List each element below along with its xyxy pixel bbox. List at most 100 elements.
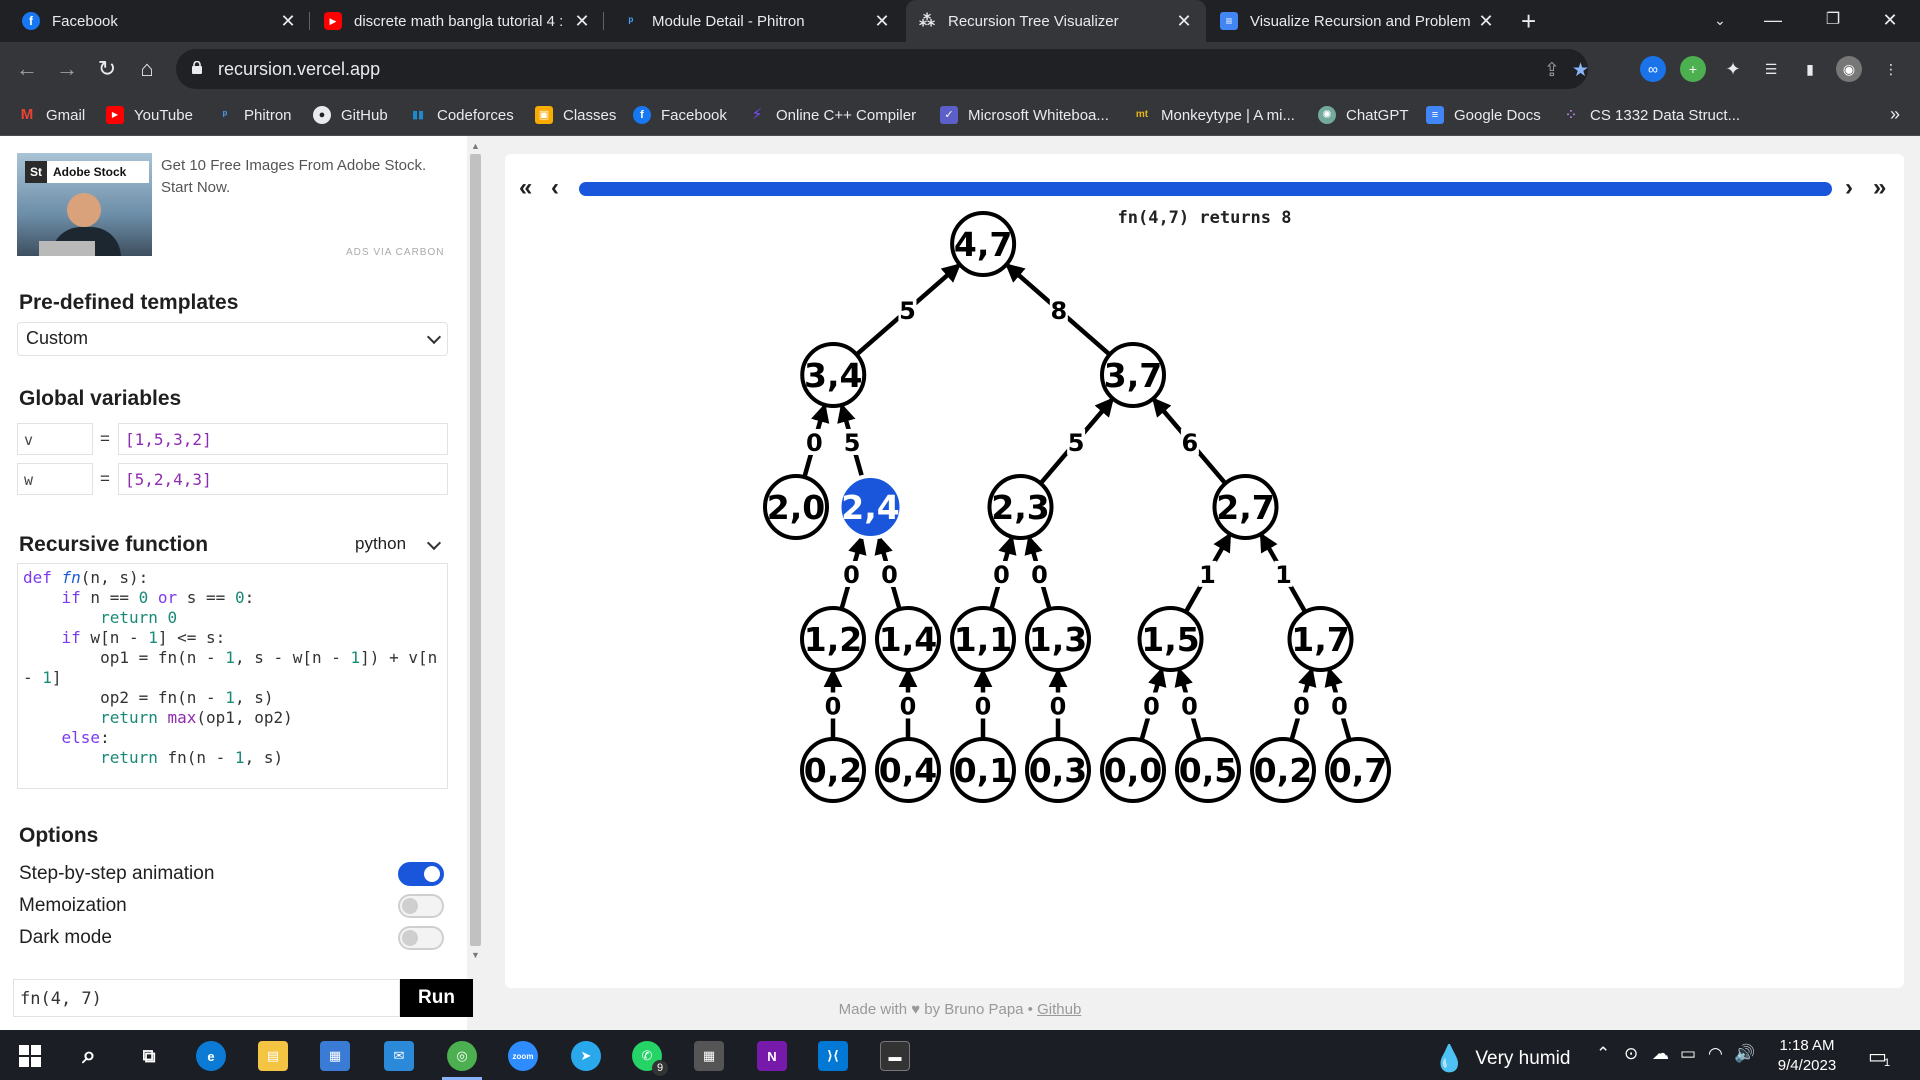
bookmark-phitron[interactable]: ᵖ Phitron — [216, 106, 292, 124]
variable-name-input[interactable]: v — [17, 423, 93, 455]
zoom-icon[interactable]: zoom — [508, 1041, 538, 1071]
bookmark-codeforces[interactable]: ▮▮ Codeforces — [409, 106, 514, 124]
scrollbar-thumb[interactable] — [470, 154, 481, 946]
menu-kebab-icon[interactable]: ⋮ — [1878, 56, 1904, 82]
tree-node[interactable]: 0,2 — [800, 737, 866, 803]
tree-node[interactable]: 0,4 — [875, 737, 941, 803]
bookmark-facebook[interactable]: f Facebook — [633, 106, 727, 124]
bookmark-microsoft-whiteboard[interactable]: ✓ Microsoft Whiteboa... — [940, 106, 1109, 124]
reading-list-icon[interactable]: ☰ — [1758, 56, 1784, 82]
file-explorer-icon[interactable]: ▤ — [258, 1041, 288, 1071]
vscode-icon[interactable]: ⟩⟨ — [818, 1041, 848, 1071]
scroll-up-icon[interactable]: ▲ — [467, 138, 484, 154]
forward-icon[interactable]: → — [50, 52, 84, 86]
bookmark-star-icon[interactable]: ★ — [1572, 59, 1589, 82]
tree-node[interactable]: 0,7 — [1325, 737, 1391, 803]
template-select[interactable]: Custom — [17, 322, 448, 356]
bookmarks-overflow-icon[interactable]: » — [1890, 104, 1900, 125]
tree-node[interactable]: 0,3 — [1025, 737, 1091, 803]
tree-node[interactable]: 0,1 — [950, 737, 1016, 803]
browser-tab[interactable]: ᵖ Module Detail - Phitron ✕ — [610, 0, 904, 42]
home-icon[interactable]: ⌂ — [130, 52, 164, 86]
bookmark-google-docs[interactable]: ≡ Google Docs — [1426, 106, 1541, 124]
side-panel-icon[interactable]: ▮ — [1797, 56, 1823, 82]
browser-tab[interactable]: ▶ discrete math bangla tutorial 4 : ✕ — [312, 0, 604, 42]
ad-image[interactable]: St Adobe Stock — [17, 153, 152, 256]
tree-node[interactable]: 4,7 — [950, 211, 1017, 277]
bookmark-youtube[interactable]: ▶ YouTube — [106, 106, 193, 124]
step-by-step-toggle[interactable] — [398, 862, 444, 886]
close-tab-icon[interactable]: ✕ — [1476, 11, 1496, 32]
onenote-icon[interactable]: N — [757, 1041, 787, 1071]
github-link[interactable]: Github — [1037, 1001, 1081, 1018]
tree-node[interactable]: 1,2 — [800, 606, 866, 672]
chrome-icon[interactable]: ◎ — [447, 1041, 477, 1071]
telegram-icon[interactable]: ➤ — [571, 1041, 601, 1071]
variable-value-input[interactable]: [1,5,3,2] — [118, 423, 448, 455]
tree-node[interactable]: 0,5 — [1175, 737, 1241, 803]
bookmark-cs1332[interactable]: ⁘ CS 1332 Data Struct... — [1562, 106, 1740, 124]
tree-node[interactable]: 2,0 — [763, 474, 829, 540]
volume-icon[interactable]: 🔊 — [1734, 1044, 1755, 1064]
bookmark-chatgpt[interactable]: ✺ ChatGPT — [1318, 106, 1409, 124]
address-bar[interactable]: recursion.vercel.app ⇪ ★ — [176, 49, 1589, 89]
memoization-toggle[interactable] — [398, 894, 444, 918]
code-editor[interactable]: def fn(n, s): if n == 0 or s == 0: retur… — [17, 563, 448, 789]
calculator-icon[interactable]: ▦ — [694, 1041, 724, 1071]
close-tab-icon[interactable]: ✕ — [872, 11, 892, 32]
extensions-puzzle-icon[interactable]: ✦ — [1720, 56, 1746, 82]
reload-icon[interactable]: ↻ — [90, 52, 124, 86]
wifi-icon[interactable]: ◠ — [1708, 1044, 1723, 1064]
show-hidden-icons-icon[interactable]: ⌃ — [1596, 1044, 1610, 1064]
variable-name-input[interactable]: w — [17, 463, 93, 495]
battery-icon[interactable]: ▭ — [1680, 1044, 1696, 1064]
tree-node[interactable]: 0,0 — [1100, 737, 1166, 803]
browser-tab[interactable]: ≡ Visualize Recursion and Problem ✕ — [1208, 0, 1508, 42]
bookmark-gmail[interactable]: M Gmail — [18, 106, 85, 124]
extension-plus-icon[interactable]: + — [1680, 56, 1706, 82]
search-icon[interactable]: ⌕ — [74, 1041, 104, 1071]
ad-text[interactable]: Get 10 Free Images From Adobe Stock. Sta… — [161, 155, 446, 199]
weather-widget[interactable]: 💧 Very humid — [1433, 1043, 1570, 1074]
close-tab-icon[interactable]: ✕ — [572, 11, 592, 32]
tree-node[interactable]: 1,1 — [950, 606, 1016, 672]
bookmark-online-cpp-compiler[interactable]: ⚡ Online C++ Compiler — [748, 106, 916, 124]
close-tab-icon[interactable]: ✕ — [1174, 11, 1194, 32]
edge-browser-icon[interactable]: e — [196, 1041, 226, 1071]
tab-search-icon[interactable]: ⌄ — [1692, 0, 1748, 42]
tree-node[interactable]: 1,7 — [1287, 606, 1354, 672]
tree-node[interactable]: 1,3 — [1025, 606, 1091, 672]
system-clock[interactable]: 1:18 AM 9/4/2023 — [1768, 1036, 1846, 1076]
tree-node[interactable]: 1,5 — [1137, 606, 1204, 672]
onedrive-icon[interactable]: ☁ — [1652, 1044, 1669, 1064]
bookmark-github[interactable]: ● GitHub — [313, 106, 388, 124]
ad-via-carbon[interactable]: ADS VIA CARBON — [346, 247, 444, 258]
mail-icon[interactable]: ✉ — [384, 1041, 414, 1071]
tree-node[interactable]: 0,2 — [1250, 737, 1316, 803]
language-select[interactable]: python — [350, 529, 448, 559]
meet-icon[interactable]: ⊙ — [1624, 1044, 1638, 1064]
tree-node[interactable]: 2,7 — [1212, 474, 1279, 540]
profile-avatar[interactable]: ◉ — [1836, 56, 1862, 82]
share-icon[interactable]: ⇪ — [1544, 59, 1560, 82]
bookmark-classes[interactable]: ▣ Classes — [535, 106, 616, 124]
terminal-icon[interactable]: ▬ — [880, 1041, 910, 1071]
bookmark-monkeytype[interactable]: mt Monkeytype | A mi... — [1133, 106, 1295, 124]
close-window-icon[interactable]: ✕ — [1862, 0, 1918, 42]
browser-tab-active[interactable]: ⁂ Recursion Tree Visualizer ✕ — [906, 0, 1206, 42]
close-tab-icon[interactable]: ✕ — [278, 11, 298, 32]
browser-tab[interactable]: f Facebook ✕ — [10, 0, 310, 42]
scroll-down-icon[interactable]: ▼ — [467, 947, 484, 963]
dark-mode-toggle[interactable] — [398, 926, 444, 950]
back-icon[interactable]: ← — [10, 52, 44, 86]
tree-node[interactable]: 3,4 — [800, 342, 867, 408]
tree-node[interactable]: 3,7 — [1100, 342, 1166, 408]
windows-start-icon[interactable] — [15, 1041, 45, 1071]
restore-icon[interactable]: ❐ — [1805, 0, 1861, 42]
tree-node[interactable]: 2,3 — [987, 474, 1054, 540]
tree-node[interactable]: 1,4 — [875, 606, 941, 672]
minimize-icon[interactable]: — — [1745, 0, 1801, 42]
new-tab-icon[interactable]: + — [1521, 6, 1536, 37]
tree-node-active[interactable]: 2,4 — [837, 474, 904, 540]
extension-infinity-icon[interactable]: ∞ — [1640, 56, 1666, 82]
